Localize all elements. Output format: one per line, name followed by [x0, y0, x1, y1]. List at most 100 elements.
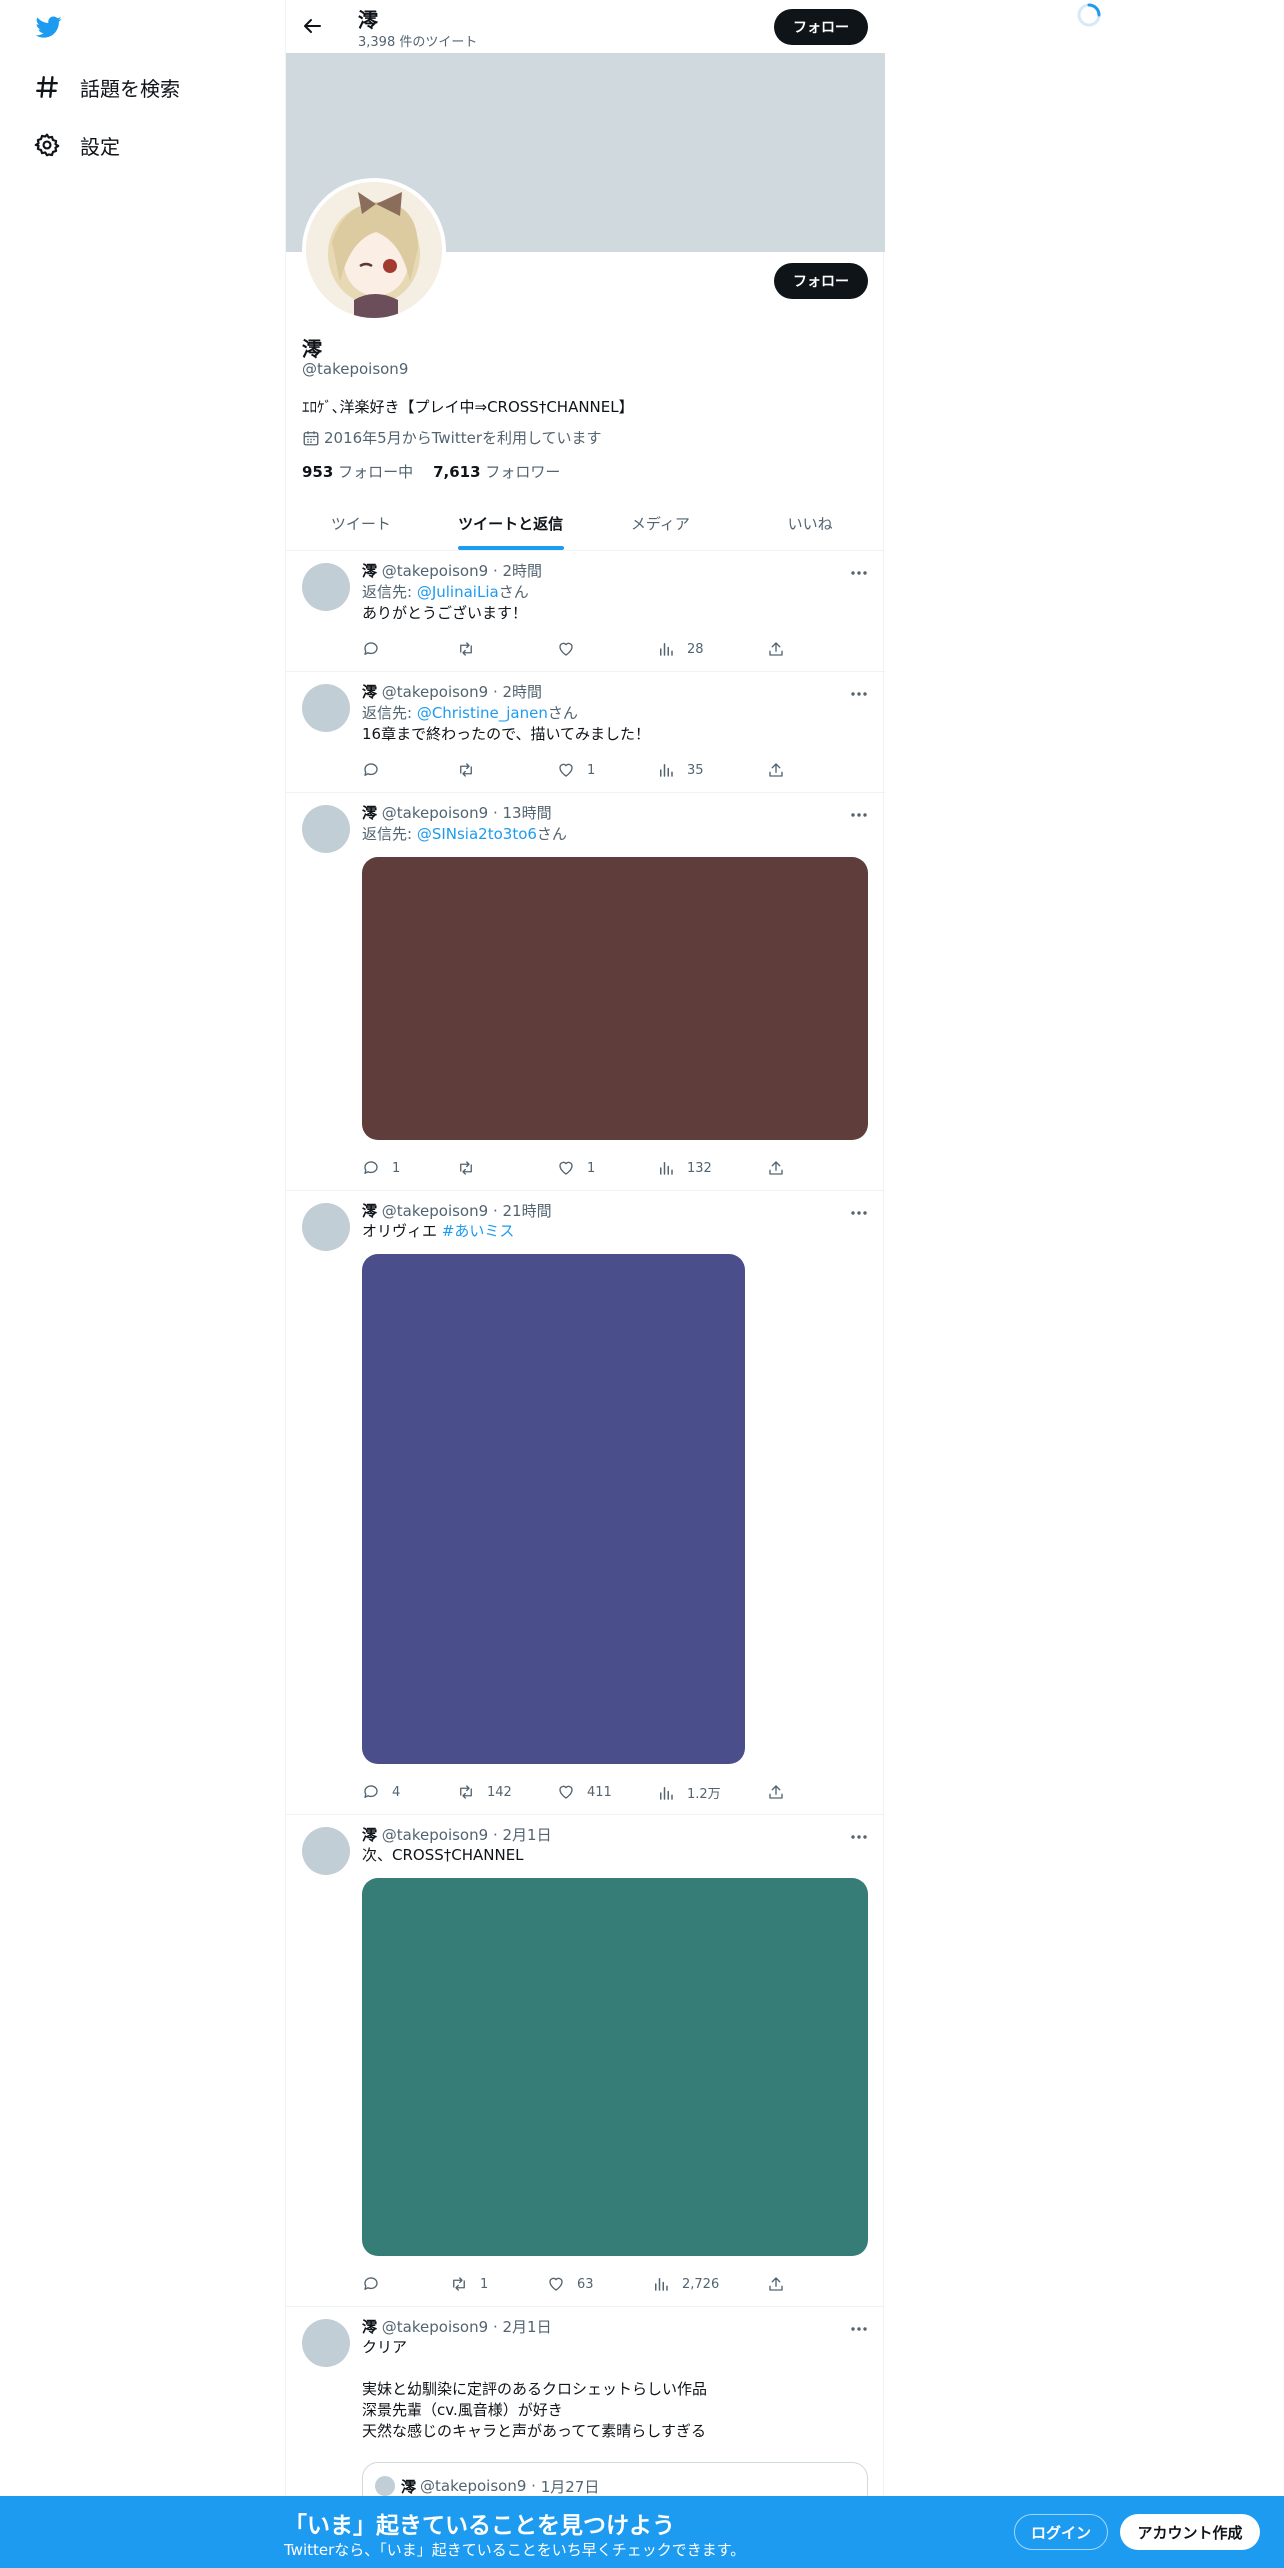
like-button[interactable]: 1 — [557, 761, 595, 779]
tweet-author-name[interactable]: 澪 — [362, 2318, 377, 2336]
tweet-body: 澪 @takepoison9 · 2時間 返信先: @JulinaiLiaさん … — [362, 561, 868, 624]
tweet-image[interactable] — [362, 1878, 868, 2256]
tweet-body: 澪 @takepoison9 · 21時間 オリヴィエ #あいミス — [362, 1201, 868, 1764]
share-icon — [769, 1785, 783, 1799]
share-button[interactable] — [767, 2275, 797, 2293]
tab-tweets-and-replies[interactable]: ツイートと返信 — [436, 497, 586, 550]
tweet-author-name[interactable]: 澪 — [362, 562, 377, 580]
views-button[interactable]: 2,726 — [652, 2275, 719, 2293]
reply-mention-link[interactable]: @JulinaiLia — [417, 583, 499, 601]
profile-follow-button[interactable]: フォロー — [774, 263, 868, 299]
view-count: 35 — [687, 762, 704, 778]
tweet-header: 澪 @takepoison9 · 2月1日 — [362, 1826, 552, 1844]
back-arrow-icon[interactable] — [300, 14, 324, 38]
tweet-item[interactable]: 澪 @takepoison9 · 21時間 オリヴィエ #あいミス 4 142 … — [286, 1191, 885, 1815]
quoted-tweet-avatar — [375, 2476, 395, 2496]
profile-stats: 953 フォロー中 7,613 フォロワー — [302, 461, 560, 482]
views-button[interactable]: 132 — [657, 1159, 712, 1177]
retweet-count: 142 — [487, 1784, 512, 1800]
tweet-item[interactable]: 澪 @takepoison9 · 2月1日 次、CROSS†CHANNEL 1 … — [286, 1815, 885, 2307]
tweet-avatar[interactable] — [302, 805, 350, 853]
tweet-avatar[interactable] — [302, 1203, 350, 1251]
tweet-time[interactable]: 2時間 — [502, 683, 542, 701]
views-button[interactable]: 28 — [657, 640, 704, 658]
gear-icon — [34, 133, 60, 157]
views-button[interactable]: 35 — [657, 761, 704, 779]
sidebar-item-explore[interactable]: 話題を検索 — [34, 67, 180, 107]
views-button[interactable]: 1.2万 — [657, 1783, 721, 1802]
tweet-time[interactable]: 2月1日 — [502, 2318, 551, 2336]
login-button[interactable]: ログイン — [1014, 2514, 1108, 2550]
create-account-button[interactable]: アカウント作成 — [1120, 2514, 1260, 2550]
tweet-avatar[interactable] — [302, 1827, 350, 1875]
header-follow-button[interactable]: フォロー — [774, 9, 868, 45]
retweet-button[interactable] — [457, 761, 487, 779]
view-count: 132 — [687, 1160, 712, 1176]
header-tweet-count: 3,398 件のツイート — [358, 35, 478, 50]
tweet-item[interactable]: 澪 @takepoison9 · 13時間 返信先: @SINsia2to3to… — [286, 793, 885, 1191]
followers-link[interactable]: 7,613 フォロワー — [433, 461, 560, 482]
reply-button[interactable] — [362, 761, 392, 779]
tweet-author-name[interactable]: 澪 — [362, 804, 377, 822]
tweet-item[interactable]: 澪 @takepoison9 · 2時間 返信先: @Christine_jan… — [286, 672, 885, 793]
tweet-actions: 28 — [362, 640, 792, 660]
tweet-time[interactable]: 2月1日 — [502, 1826, 551, 1844]
share-button[interactable] — [767, 1159, 797, 1177]
view-count: 2,726 — [682, 2276, 720, 2292]
quoted-tweet-handle: @takepoison9 — [420, 2477, 527, 2495]
heart-icon — [559, 763, 573, 777]
tweet-author-handle[interactable]: @takepoison9 — [382, 2318, 488, 2336]
profile-avatar[interactable] — [302, 178, 446, 322]
share-icon — [769, 1161, 783, 1175]
like-button[interactable]: 411 — [557, 1783, 612, 1801]
share-button[interactable] — [767, 761, 797, 779]
retweet-button[interactable] — [457, 1159, 487, 1177]
retweet-icon — [453, 2277, 465, 2291]
tab-likes[interactable]: いいね — [735, 497, 885, 550]
retweet-button[interactable] — [457, 640, 487, 658]
tab-media[interactable]: メディア — [586, 497, 736, 550]
reply-mention-link[interactable]: @SINsia2to3to6 — [417, 825, 537, 843]
tweet-author-handle[interactable]: @takepoison9 — [382, 1826, 488, 1844]
retweet-button[interactable]: 142 — [457, 1783, 512, 1801]
following-label: フォロー中 — [338, 463, 414, 481]
sidebar-item-settings[interactable]: 設定 — [34, 125, 120, 165]
tweet-author-name[interactable]: 澪 — [362, 683, 377, 701]
tweet-time[interactable]: 21時間 — [502, 1202, 551, 1220]
tweet-item[interactable]: 澪 @takepoison9 · 2時間 返信先: @JulinaiLiaさん … — [286, 551, 885, 672]
reply-button[interactable] — [362, 640, 392, 658]
tab-tweets[interactable]: ツイート — [286, 497, 436, 550]
reply-count: 4 — [392, 1784, 401, 1800]
reply-mention-link[interactable]: @Christine_janen — [417, 704, 548, 722]
like-button[interactable]: 1 — [557, 1159, 595, 1177]
twitter-bird-icon[interactable] — [34, 14, 64, 40]
tweet-author-name[interactable]: 澪 — [362, 1202, 377, 1220]
reply-button[interactable]: 1 — [362, 1159, 400, 1177]
tweet-time[interactable]: 13時間 — [502, 804, 551, 822]
following-link[interactable]: 953 フォロー中 — [302, 461, 413, 482]
tweet-author-name[interactable]: 澪 — [362, 1826, 377, 1844]
like-button[interactable] — [557, 640, 587, 658]
tweet-avatar[interactable] — [302, 2319, 350, 2367]
reply-button[interactable] — [362, 2275, 392, 2293]
tweet-time[interactable]: 2時間 — [502, 562, 542, 580]
tweet-avatar[interactable] — [302, 563, 350, 611]
profile-column: 澪 3,398 件のツイート フォロー フォロー 澪 @takepoison9 … — [285, 0, 885, 2568]
tweet-actions: 1 63 2,726 — [362, 2275, 792, 2295]
tweet-author-handle[interactable]: @takepoison9 — [382, 683, 488, 701]
hashtag-link[interactable]: #あいミス — [442, 1222, 515, 1240]
reply-suffix: さん — [547, 704, 578, 722]
tweet-image[interactable] — [362, 857, 868, 1140]
retweet-icon — [460, 1785, 472, 1799]
tweet-author-handle[interactable]: @takepoison9 — [382, 1202, 488, 1220]
share-button[interactable] — [767, 640, 797, 658]
tweet-author-handle[interactable]: @takepoison9 — [382, 562, 488, 580]
tweet-image[interactable] — [362, 1254, 745, 1764]
retweet-button[interactable]: 1 — [450, 2275, 488, 2293]
tweet-author-handle[interactable]: @takepoison9 — [382, 804, 488, 822]
like-button[interactable]: 63 — [547, 2275, 594, 2293]
tweet-avatar[interactable] — [302, 684, 350, 732]
reply-button[interactable]: 4 — [362, 1783, 400, 1801]
share-button[interactable] — [767, 1783, 797, 1801]
signup-banner: 「いま」起きていることを見つけよう Twitterなら、「いま」起きていることを… — [0, 2496, 1284, 2568]
